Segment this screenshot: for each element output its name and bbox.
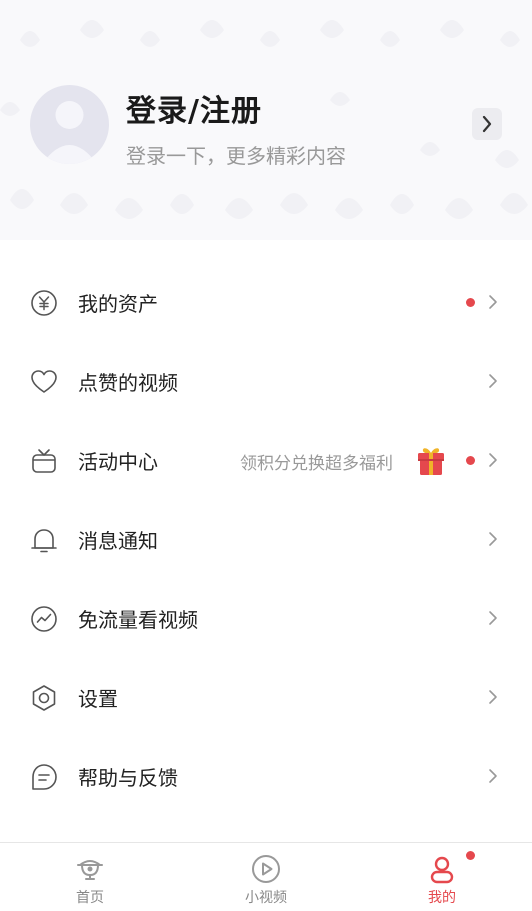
bottom-tab-bar: 首页 小视频 我的	[0, 842, 532, 911]
chevron-right-icon	[489, 374, 497, 388]
yen-circle-icon	[31, 290, 57, 316]
avatar-placeholder-icon	[42, 101, 97, 164]
chevron-right-icon	[489, 690, 497, 704]
menu-item-label: 帮助与反馈	[78, 766, 178, 790]
menu-item-label: 消息通知	[78, 529, 158, 553]
menu-item-activity-center[interactable]: 活动中心 领积分兑换超多福利	[0, 420, 532, 499]
hexagon-settings-icon	[32, 685, 56, 711]
chevron-right-icon	[489, 295, 497, 309]
menu-item-notifications[interactable]: 消息通知	[0, 499, 532, 578]
notification-dot	[466, 851, 475, 860]
chevron-right-icon	[489, 453, 497, 467]
tv-icon	[32, 449, 56, 473]
menu-item-free-data-video[interactable]: 免流量看视频	[0, 578, 532, 657]
menu-item-label: 免流量看视频	[78, 608, 198, 632]
heart-icon	[31, 370, 57, 393]
home-icon	[77, 860, 103, 880]
user-icon	[430, 856, 454, 884]
bell-icon	[31, 529, 57, 553]
chevron-right-icon	[489, 532, 497, 546]
profile-header[interactable]: 登录/注册 登录一下，更多精彩内容	[0, 0, 532, 240]
menu-item-label: 我的资产	[78, 292, 158, 316]
chevron-right-icon	[489, 611, 497, 625]
menu-item-settings[interactable]: 设置	[0, 657, 532, 736]
notification-dot	[466, 298, 475, 307]
tab-mine[interactable]: 我的	[382, 843, 502, 911]
login-subtitle: 登录一下，更多精彩内容	[126, 144, 346, 168]
chevron-right-icon	[489, 769, 497, 783]
menu-item-help-feedback[interactable]: 帮助与反馈	[0, 736, 532, 815]
menu-item-assets[interactable]: 我的资产	[0, 262, 532, 341]
menu-item-label: 设置	[78, 687, 118, 711]
tab-short-video[interactable]: 小视频	[206, 843, 326, 911]
menu-item-label: 活动中心	[78, 450, 158, 474]
feedback-icon	[32, 764, 57, 790]
notification-dot	[466, 456, 475, 465]
menu-item-label: 点赞的视频	[78, 371, 178, 395]
menu-list: 我的资产 点赞的视频 活动中心 领积分兑换超多福利 消息通知 免流量看视频 设置…	[0, 262, 532, 815]
chevron-right-icon	[482, 115, 492, 133]
menu-item-liked-videos[interactable]: 点赞的视频	[0, 341, 532, 420]
login-register-title[interactable]: 登录/注册	[126, 86, 262, 130]
trend-circle-icon	[31, 606, 57, 632]
profile-arrow-button[interactable]	[472, 108, 502, 140]
tab-home[interactable]: 首页	[30, 843, 150, 911]
play-circle-icon	[252, 855, 280, 883]
gift-icon	[418, 448, 444, 475]
tab-label: 我的	[428, 890, 456, 906]
activity-hint-text: 领积分兑换超多福利	[240, 454, 393, 474]
tab-label: 小视频	[245, 890, 287, 906]
avatar[interactable]	[30, 85, 109, 164]
tab-label: 首页	[76, 890, 104, 906]
